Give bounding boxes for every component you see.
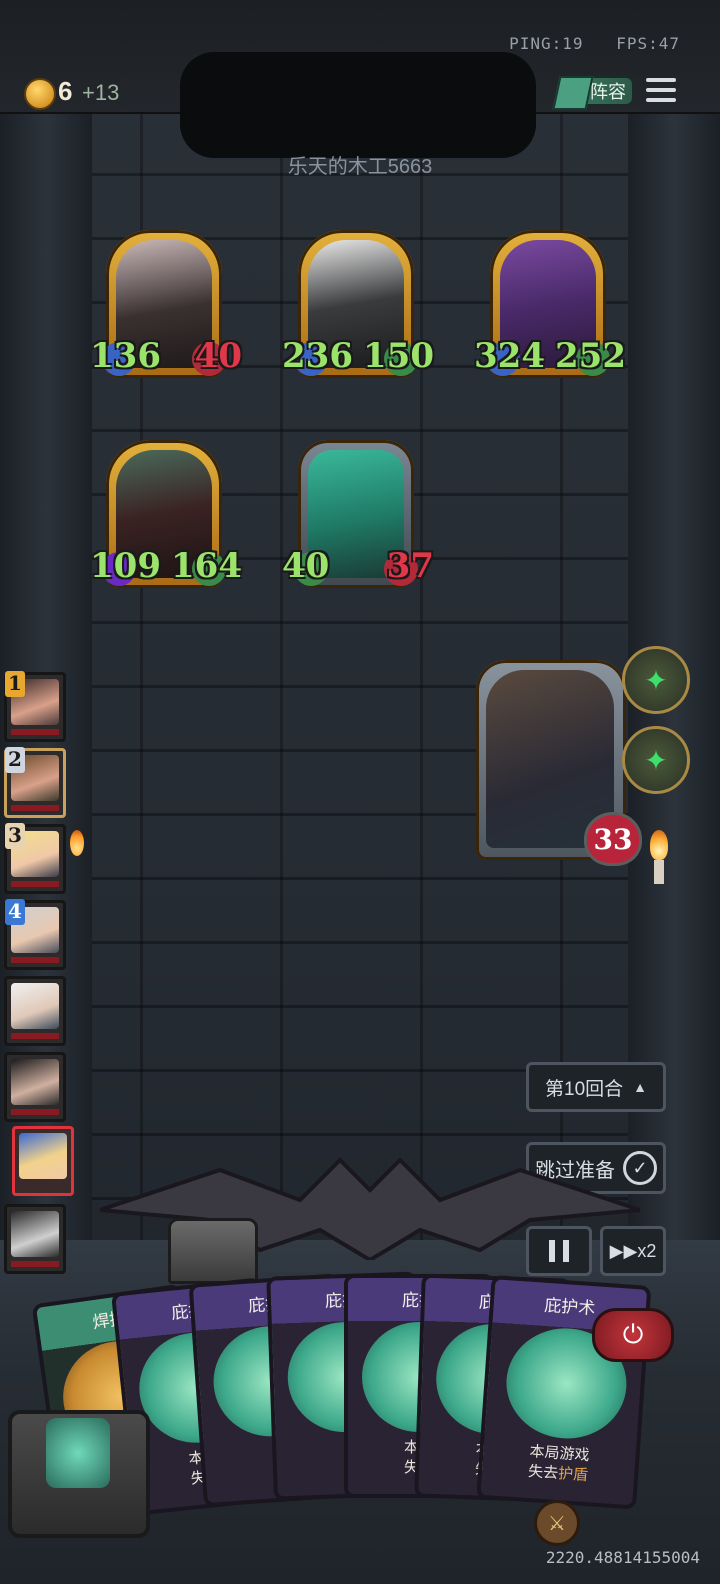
- debug-coordinates: 2220.48814155004: [545, 1548, 700, 1567]
- enemy-unit-pig-butcher[interactable]: 136 40: [90, 230, 242, 378]
- gold-coin-icon: [24, 78, 56, 110]
- menu-icon: [646, 78, 676, 82]
- frog-skill-icon: ✦: [644, 744, 668, 776]
- unit-health: 164: [171, 546, 242, 586]
- roster-slot[interactable]: [4, 976, 66, 1046]
- roster-slot[interactable]: 3: [4, 823, 66, 894]
- player-avatar: [19, 1133, 67, 1179]
- rank-badge: 2: [5, 747, 25, 773]
- round-label: 第10回合: [545, 1078, 624, 1100]
- book-icon: [552, 76, 594, 110]
- roster-slot[interactable]: [4, 1204, 66, 1274]
- round-indicator-button[interactable]: 第10回合 ▲: [526, 1062, 666, 1112]
- hero-skill-2[interactable]: ✦: [622, 726, 690, 794]
- roster-slot[interactable]: 1: [4, 671, 66, 742]
- rank-badge: 1: [5, 671, 25, 697]
- card-deck[interactable]: [8, 1410, 150, 1538]
- skull-avatar-icon: [11, 1211, 59, 1257]
- player-avatar: [11, 1059, 59, 1105]
- unit-health: 150: [363, 336, 434, 376]
- hero-health: 33: [584, 812, 642, 866]
- enemy-unit-snake[interactable]: 40 37: [282, 440, 434, 588]
- frog-skill-icon: ✦: [644, 664, 668, 696]
- menu-button[interactable]: [646, 78, 676, 104]
- enemy-unit-octopus-pirate[interactable]: 324 252: [474, 230, 626, 378]
- enemy-unit-porcupine[interactable]: 236 150: [282, 230, 434, 378]
- unit-attack: 136: [90, 336, 161, 376]
- opponent-name: 乐天的木工5663: [287, 156, 433, 178]
- roster-slot[interactable]: 4: [4, 899, 66, 970]
- caret-up-icon: ▲: [633, 1079, 647, 1095]
- roster-slot[interactable]: 2: [4, 747, 66, 818]
- network-status: PING:19 FPS:47: [487, 34, 680, 53]
- gold-count: 6: [58, 76, 73, 106]
- treasure-chest-icon[interactable]: [168, 1218, 258, 1284]
- unit-attack: 324: [474, 336, 545, 376]
- torch-icon: [70, 830, 90, 880]
- power-button[interactable]: ⏻: [592, 1308, 674, 1362]
- card-description: 本局游戏 失去护盾: [527, 1443, 591, 1485]
- lineup-button[interactable]: 阵容: [552, 76, 634, 110]
- player-hero[interactable]: 33: [476, 660, 642, 866]
- power-icon: ⏻: [622, 1319, 644, 1349]
- torch-icon: [650, 830, 670, 884]
- enemy-unit-boar[interactable]: 109 164: [90, 440, 242, 588]
- roster-slot-current-player[interactable]: [12, 1126, 74, 1196]
- camera-notch: [180, 52, 536, 158]
- lineup-label: 阵容: [590, 82, 626, 102]
- unit-attack: 236: [282, 336, 353, 376]
- roster-slot[interactable]: [4, 1052, 66, 1122]
- speed-label: x2: [637, 1240, 657, 1261]
- hero-skill-1[interactable]: ✦: [622, 646, 690, 714]
- rank-badge: 3: [5, 823, 25, 849]
- unit-attack: 40: [282, 546, 330, 586]
- unit-health: 40: [194, 336, 242, 376]
- sword-icon[interactable]: ⚔: [534, 1500, 580, 1546]
- player-avatar: [11, 983, 59, 1029]
- deck-portrait: [46, 1418, 110, 1488]
- unit-health: 37: [386, 546, 434, 586]
- unit-health: 252: [555, 336, 626, 376]
- ping-readout: PING:19: [509, 34, 584, 53]
- rank-badge: 4: [5, 899, 25, 925]
- gold-income: +13: [82, 80, 120, 105]
- fps-readout: FPS:47: [616, 34, 680, 53]
- unit-attack: 109: [90, 546, 161, 586]
